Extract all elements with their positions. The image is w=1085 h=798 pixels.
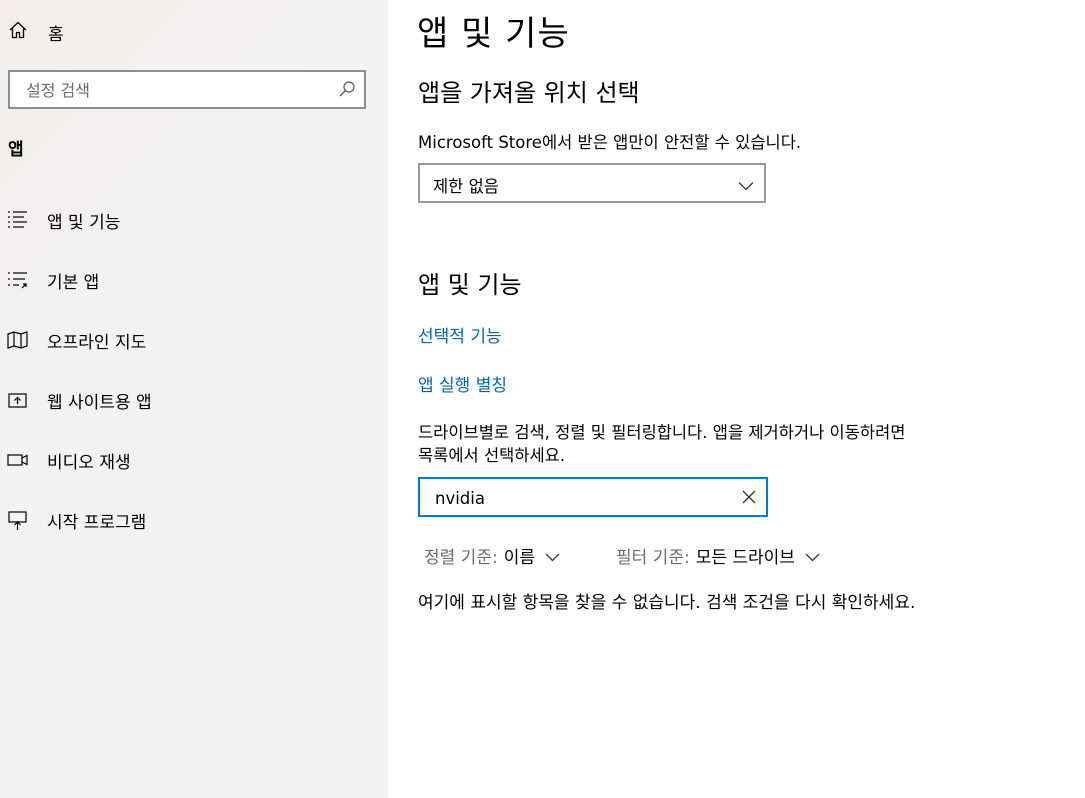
filter-description-line2: 목록에서 선택하세요. bbox=[418, 446, 566, 465]
sidebar-item-startup[interactable]: 시작 프로그램 bbox=[0, 490, 388, 550]
chevron-down-icon bbox=[545, 547, 560, 567]
main-content: 앱 및 기능 앱을 가져올 위치 선택 Microsoft Store에서 받은… bbox=[388, 0, 1085, 798]
app-execution-aliases-link[interactable]: 앱 실행 별칭 bbox=[418, 371, 507, 396]
sidebar-item-label: 시작 프로그램 bbox=[47, 512, 147, 533]
no-results-message: 여기에 표시할 항목을 찾을 수 없습니다. 검색 조건을 다시 확인하세요. bbox=[418, 593, 916, 613]
home-nav-item[interactable]: 홈 bbox=[8, 18, 64, 46]
settings-search-box[interactable] bbox=[8, 70, 366, 109]
sort-by-label: 정렬 기준: bbox=[424, 548, 498, 568]
sort-by-value: 이름 bbox=[503, 548, 535, 568]
sidebar-item-default-apps[interactable]: 기본 앱 bbox=[0, 250, 388, 310]
default-apps-icon bbox=[7, 269, 29, 291]
sidebar-item-label: 웹 사이트용 앱 bbox=[47, 392, 152, 413]
app-filter-input[interactable] bbox=[433, 479, 737, 517]
sidebar-nav: 앱 및 기능 기본 앱 오프라인 지도 웹 사이트용 앱 비디오 재생 시작 프… bbox=[0, 190, 388, 550]
sidebar-item-apps-features[interactable]: 앱 및 기능 bbox=[0, 190, 388, 250]
startup-icon bbox=[7, 509, 29, 531]
app-filter-box[interactable] bbox=[418, 477, 768, 517]
offline-maps-icon bbox=[7, 329, 29, 351]
sidebar-item-offline-maps[interactable]: 오프라인 지도 bbox=[0, 310, 388, 370]
filter-by-dropdown[interactable]: 필터 기준: 모든 드라이브 bbox=[616, 543, 820, 568]
sidebar-item-label: 앱 및 기능 bbox=[47, 212, 121, 233]
chevron-down-icon bbox=[738, 176, 754, 195]
apps-for-websites-icon bbox=[7, 389, 29, 411]
sidebar-item-video-playback[interactable]: 비디오 재생 bbox=[0, 430, 388, 490]
filter-by-value: 모든 드라이브 bbox=[695, 548, 795, 568]
sidebar-item-label: 기본 앱 bbox=[47, 272, 100, 293]
home-icon bbox=[8, 20, 28, 44]
sort-by-dropdown[interactable]: 정렬 기준: 이름 bbox=[424, 543, 560, 568]
install-source-dropdown[interactable]: 제한 없음 bbox=[418, 163, 766, 203]
video-playback-icon bbox=[7, 449, 29, 471]
search-icon[interactable] bbox=[338, 80, 356, 102]
filter-by-label: 필터 기준: bbox=[616, 548, 690, 568]
sidebar-item-label: 오프라인 지도 bbox=[47, 332, 147, 353]
install-source-value: 제한 없음 bbox=[433, 177, 499, 196]
apps-features-icon bbox=[7, 209, 29, 231]
chevron-down-icon bbox=[805, 547, 820, 567]
sidebar-section-heading: 앱 bbox=[8, 140, 24, 160]
sidebar-item-label: 비디오 재생 bbox=[47, 452, 131, 473]
close-icon[interactable] bbox=[742, 489, 756, 508]
home-label: 홈 bbox=[48, 24, 64, 45]
filter-description: 드라이브별로 검색, 정렬 및 필터링합니다. 앱을 제거하거나 이동하려면 목… bbox=[418, 421, 905, 467]
optional-features-link[interactable]: 선택적 기능 bbox=[418, 322, 502, 347]
sidebar: 홈 앱 앱 및 기능 bbox=[0, 0, 388, 798]
sidebar-item-apps-for-websites[interactable]: 웹 사이트용 앱 bbox=[0, 370, 388, 430]
install-location-heading: 앱을 가져올 위치 선택 bbox=[418, 79, 640, 107]
page-title: 앱 및 기능 bbox=[417, 14, 570, 54]
filter-description-line1: 드라이브별로 검색, 정렬 및 필터링합니다. 앱을 제거하거나 이동하려면 bbox=[418, 423, 906, 442]
apps-features-heading: 앱 및 기능 bbox=[418, 271, 522, 299]
settings-search-input[interactable] bbox=[24, 72, 328, 109]
install-location-description: Microsoft Store에서 받은 앱만이 안전할 수 있습니다. bbox=[418, 133, 802, 152]
